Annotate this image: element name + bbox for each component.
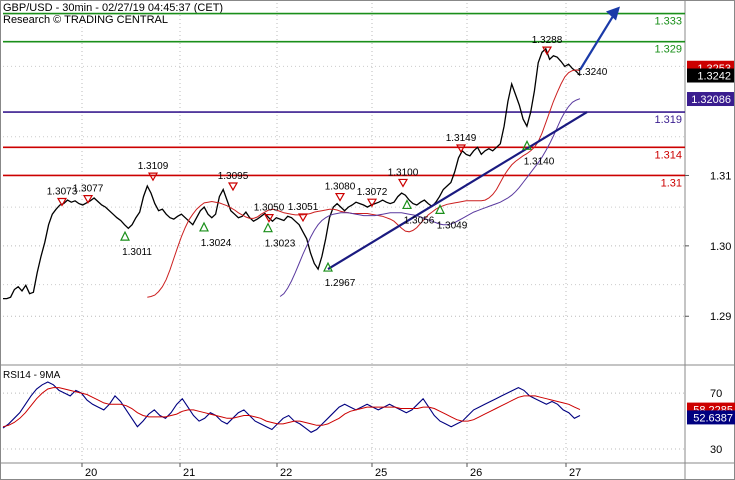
level-label: 1.333: [654, 16, 682, 28]
high-label: 1.3288: [532, 35, 563, 46]
chart-window: GBP/USD - 30min - 02/27/19 04:45:37 (CET…: [0, 0, 735, 480]
high-marker: [147, 172, 159, 182]
y-tick-label: 1.29: [710, 311, 731, 323]
high-label: 1.3050: [254, 203, 285, 214]
rsi-tick-label: 30: [710, 444, 722, 456]
low-label: 1.3023: [265, 239, 296, 250]
high-marker: [227, 182, 239, 192]
high-label: 1.3109: [138, 161, 169, 172]
high-marker: [82, 195, 94, 204]
slow-ma-line: [279, 98, 581, 297]
high-marker: [455, 144, 467, 154]
low-marker: [435, 204, 445, 214]
low-label: 1.2967: [325, 278, 356, 289]
x-tick-label: 25: [375, 467, 387, 479]
high-label: 1.3149: [446, 133, 477, 144]
low-label: 1.3140: [524, 156, 555, 167]
fast-ma-line: [147, 69, 581, 298]
low-marker: [199, 221, 209, 232]
low-label: 1.3024: [201, 238, 232, 249]
y-tick-label: 1.31: [710, 170, 731, 182]
price-and-rsi-chart: 20 21 22 25 26 27 1.29 1.30 1.31 1.333 1.329 1.319 1…: [0, 0, 735, 480]
low-label: 1.3056: [404, 215, 435, 226]
level-label: 1.319: [654, 114, 682, 126]
x-tick-label: 21: [183, 467, 195, 479]
high-label: 1.3240: [577, 67, 608, 78]
level-label: 1.329: [654, 44, 682, 56]
low-marker: [120, 230, 130, 241]
low-label: 1.3049: [437, 220, 468, 231]
x-tick-label: 26: [470, 467, 482, 479]
y-tick-label: 1.30: [710, 241, 731, 253]
high-marker: [397, 178, 409, 188]
high-label: 1.3095: [218, 171, 249, 182]
high-label: 1.3077: [73, 184, 104, 195]
rsi-line: [2, 381, 581, 433]
x-tick-label: 27: [569, 467, 581, 479]
rsi-value-label: 52.6387: [693, 412, 733, 424]
price-tag-label: 1.32086: [691, 94, 731, 106]
price-series-line: [3, 47, 581, 300]
x-tick-label: 22: [280, 467, 292, 479]
high-label: 1.3051: [288, 202, 319, 213]
level-label: 1.314: [654, 149, 682, 161]
high-label: 1.3100: [388, 167, 419, 178]
price-tag-label: 1.3242: [697, 71, 731, 83]
level-label: 1.31: [661, 177, 682, 189]
low-marker: [263, 222, 273, 233]
rsi-tick-label: 70: [710, 388, 722, 400]
x-tick-label: 20: [85, 467, 97, 479]
high-label: 1.3072: [357, 187, 388, 198]
high-label: 1.3080: [325, 182, 356, 193]
high-marker: [334, 192, 346, 202]
low-label: 1.3011: [122, 247, 152, 258]
rsi-title: RSI14 - 9MA: [3, 370, 61, 381]
chart-frame: [0, 0, 735, 480]
high-marker: [366, 198, 378, 208]
